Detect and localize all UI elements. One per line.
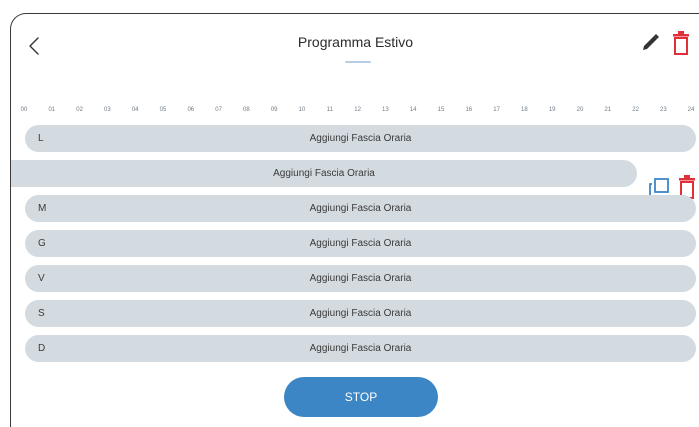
hour-label: 08 (243, 107, 250, 113)
day-row-g[interactable]: G Aggiungi Fascia Oraria (25, 230, 696, 257)
hour-label: 03 (104, 107, 111, 113)
add-time-slot-label: Aggiungi Fascia Oraria (309, 273, 412, 284)
hour-label: 16 (465, 107, 473, 113)
day-row-s[interactable]: S Aggiungi Fascia Oraria (25, 300, 696, 327)
add-time-slot-label: Aggiungi Fascia Oraria (309, 308, 412, 319)
title-underline (345, 61, 371, 63)
day-row-d[interactable]: D Aggiungi Fascia Oraria (25, 335, 696, 362)
day-row-selected[interactable]: Aggiungi Fascia Oraria (11, 160, 637, 187)
add-time-slot-label: Aggiungi Fascia Oraria (309, 133, 412, 144)
trash-icon (673, 31, 689, 55)
page-title: Programma Estivo (297, 34, 414, 50)
hour-label: 15 (437, 107, 445, 113)
add-time-slot-label: Aggiungi Fascia Oraria (309, 343, 412, 354)
edit-button[interactable] (639, 32, 661, 54)
program-screen: Programma Estivo 00 01 02 03 04 05 06 07… (10, 13, 699, 427)
hour-label: 09 (270, 107, 278, 113)
hour-label: 19 (548, 107, 556, 113)
hour-label: 13 (382, 107, 389, 113)
hour-label: 02 (76, 107, 83, 113)
hour-label: 17 (493, 107, 500, 113)
hour-label: 23 (660, 107, 667, 113)
pencil-icon (643, 34, 659, 50)
day-row-v[interactable]: V Aggiungi Fascia Oraria (25, 265, 696, 292)
add-time-slot-label: Aggiungi Fascia Oraria (309, 203, 412, 214)
hour-label: 24 (687, 107, 695, 113)
hour-label: 00 (20, 107, 28, 113)
add-time-slot-label: Aggiungi Fascia Oraria (309, 238, 412, 249)
hour-label: 01 (48, 107, 56, 113)
day-row-m[interactable]: M Aggiungi Fascia Oraria (25, 195, 696, 222)
hour-label: 18 (521, 107, 528, 113)
hour-label: 04 (131, 107, 139, 113)
hour-label: 10 (298, 107, 306, 113)
hour-label: 21 (604, 107, 612, 113)
delete-program-button[interactable] (670, 30, 692, 56)
stop-button[interactable]: STOP (284, 377, 438, 417)
add-time-slot-label: Aggiungi Fascia Oraria (273, 168, 375, 179)
hour-label: 14 (409, 107, 417, 113)
hour-scale: 00 01 02 03 04 05 06 07 08 09 10 11 12 1… (20, 107, 699, 117)
hour-label: 07 (215, 107, 222, 113)
hour-label: 12 (354, 107, 361, 113)
hour-label: 20 (576, 107, 584, 113)
hour-label: 11 (326, 107, 333, 113)
hour-label: 05 (159, 107, 167, 113)
hour-label: 22 (632, 107, 639, 113)
hour-label: 06 (187, 107, 195, 113)
day-row-l[interactable]: L Aggiungi Fascia Oraria (25, 125, 696, 152)
